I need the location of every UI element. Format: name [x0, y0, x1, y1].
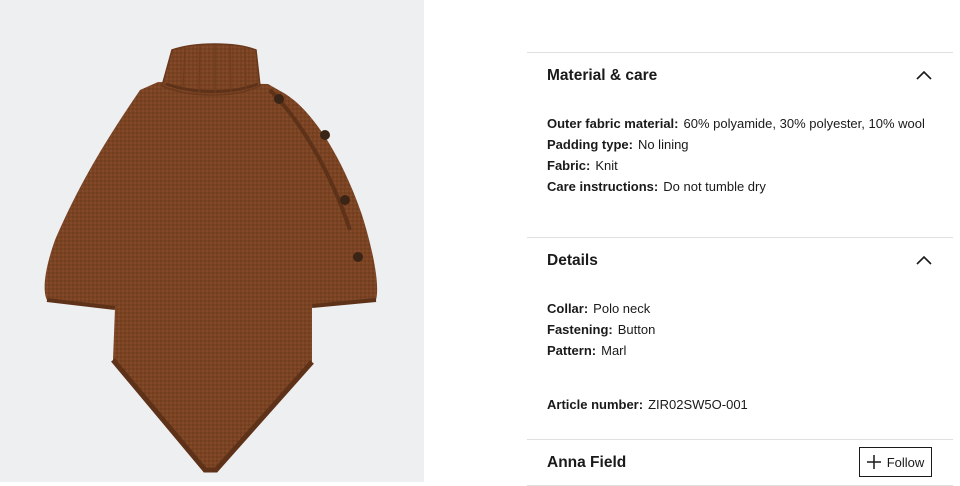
product-image[interactable]: [0, 0, 424, 482]
details-list: Collar: Polo neck Fastening: Button Patter…: [527, 284, 953, 358]
attr-row-fabric: Fabric: Knit: [547, 158, 618, 173]
article-number-block: Article number: ZIR02SW5O-001: [527, 357, 953, 439]
product-details-panel: Material & care Outer fabric material: 60…: [527, 52, 953, 486]
details-accordion-header[interactable]: Details: [527, 238, 953, 284]
attr-row-care: Care instructions: Do not tumble dry: [547, 179, 766, 194]
attr-row-padding: Padding type: No lining: [547, 137, 689, 152]
chevron-up-icon[interactable]: [916, 255, 932, 265]
attr-row-article-number: Article number: ZIR02SW5O-001: [547, 397, 748, 412]
details-title: Details: [547, 252, 598, 269]
poncho-body: [44, 82, 378, 470]
poncho-button-2: [320, 130, 330, 140]
brand-name[interactable]: Anna Field: [547, 454, 626, 472]
poncho-button-4: [353, 252, 363, 262]
material-care-list: Outer fabric material: 60% polyamide, 30%…: [527, 99, 953, 237]
material-care-accordion-header[interactable]: Material & care: [527, 53, 953, 99]
attr-row-collar: Collar: Polo neck: [547, 301, 651, 316]
follow-button[interactable]: Follow: [859, 447, 932, 477]
attr-row-fastening: Fastening: Button: [547, 322, 656, 337]
follow-label: Follow: [886, 454, 925, 470]
plus-icon: [866, 455, 881, 469]
poncho-button-1: [274, 94, 284, 104]
attr-row-outer-fabric: Outer fabric material: 60% polyamide, 30%…: [547, 116, 925, 131]
poncho-button-3: [340, 195, 350, 205]
chevron-up-icon[interactable]: [916, 70, 932, 80]
material-care-title: Material & care: [547, 67, 658, 84]
brand-row: Anna Field Follow: [527, 440, 953, 485]
poncho-illustration: [44, 43, 378, 473]
